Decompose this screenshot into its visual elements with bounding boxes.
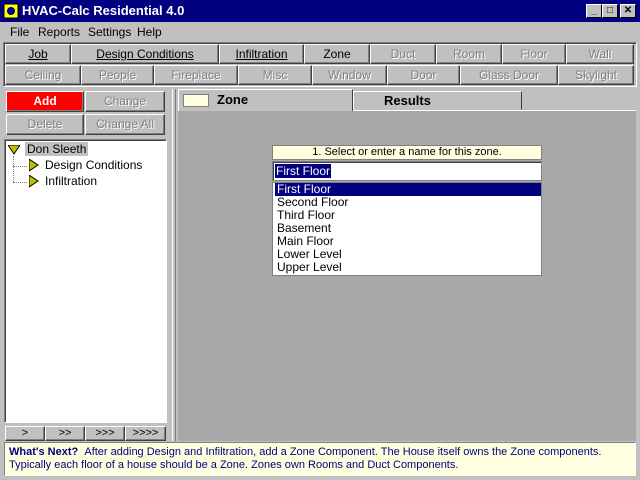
toolbar-zone-button[interactable]: Zone <box>304 44 370 64</box>
collapsed-arrow-icon[interactable] <box>29 175 39 188</box>
whats-next-hint: What's Next? After adding Design and Inf… <box>4 442 636 476</box>
tab-zone[interactable]: Zone <box>178 89 353 111</box>
toolbar-duct-button[interactable]: Duct <box>370 44 436 64</box>
toolbar-floor-button[interactable]: Floor <box>502 44 566 64</box>
whats-next-line2: Typically each floor of a house should b… <box>9 459 459 471</box>
toolbar-fireplace-button[interactable]: Fireplace <box>154 65 238 85</box>
tab-results[interactable]: Results <box>353 91 522 110</box>
tree-connector <box>13 182 27 183</box>
menu-settings[interactable]: Settings <box>88 25 131 39</box>
toolbar-misc-button[interactable]: Misc <box>238 65 312 85</box>
menu-help[interactable]: Help <box>137 25 162 39</box>
expanded-arrow-icon[interactable] <box>8 145 20 155</box>
toolbar-design-conditions-button[interactable]: Design Conditions <box>71 44 219 64</box>
minimize-button[interactable]: _ <box>586 4 602 18</box>
maximize-button[interactable]: □ <box>602 4 618 18</box>
tree-root-job[interactable]: Don Sleeth <box>25 142 89 156</box>
menu-reports[interactable]: Reports <box>38 25 80 39</box>
component-tree[interactable]: Don Sleeth Design Conditions Infiltratio… <box>4 139 167 423</box>
whats-next-line1: After adding Design and Infiltration, ad… <box>84 446 602 458</box>
whats-next-label: What's Next? <box>9 446 79 458</box>
nav-next-4-button[interactable]: >>>> <box>125 426 166 441</box>
delete-button[interactable]: Delete <box>6 114 84 135</box>
splitter[interactable] <box>172 89 176 441</box>
title-bar: HVAC-Calc Residential 4.0 _ □ ✕ <box>0 0 640 22</box>
toolbar-infiltration-button[interactable]: Infiltration <box>219 44 304 64</box>
tree-connector <box>13 166 27 167</box>
collapsed-arrow-icon[interactable] <box>29 159 39 172</box>
toolbar-room-button[interactable]: Room <box>436 44 502 64</box>
nav-next-2-button[interactable]: >> <box>45 426 85 441</box>
toolbar-door-button[interactable]: Door <box>387 65 460 85</box>
zone-name-list[interactable]: First Floor Second Floor Third Floor Bas… <box>272 182 542 276</box>
zone-name-prompt: 1. Select or enter a name for this zone. <box>272 145 542 160</box>
menu-bar: File Reports Settings Help <box>0 22 640 42</box>
toolbar-wall-button[interactable]: Wall <box>566 44 634 64</box>
add-button[interactable]: Add <box>6 91 84 112</box>
change-all-button[interactable]: Change All <box>85 114 165 135</box>
tree-item-infiltration[interactable]: Infiltration <box>45 174 97 188</box>
tab-results-label: Results <box>384 93 431 108</box>
toolbar-glass-door-button[interactable]: Glass Door <box>460 65 558 85</box>
change-button[interactable]: Change <box>85 91 165 112</box>
tab-zone-label: Zone <box>217 92 249 107</box>
zone-color-swatch <box>183 94 209 107</box>
toolbar-ceiling-button[interactable]: Ceiling <box>5 65 81 85</box>
tree-connector <box>13 156 14 182</box>
zone-name-input[interactable]: First Floor <box>272 161 542 181</box>
nav-next-3-button[interactable]: >>> <box>85 426 125 441</box>
menu-file[interactable]: File <box>10 25 29 39</box>
window-title: HVAC-Calc Residential 4.0 <box>22 3 185 18</box>
close-button[interactable]: ✕ <box>620 4 636 18</box>
toolbar-skylight-button[interactable]: Skylight <box>558 65 634 85</box>
zone-option-upper-level[interactable]: Upper Level <box>275 261 541 274</box>
app-icon <box>3 3 19 19</box>
toolbar-job-button[interactable]: Job <box>5 44 71 64</box>
zone-name-input-value: First Floor <box>275 164 331 178</box>
nav-next-button[interactable]: > <box>5 426 45 441</box>
tree-item-design-conditions[interactable]: Design Conditions <box>45 158 142 172</box>
toolbar-people-button[interactable]: People <box>81 65 154 85</box>
toolbar-window-button[interactable]: Window <box>312 65 387 85</box>
